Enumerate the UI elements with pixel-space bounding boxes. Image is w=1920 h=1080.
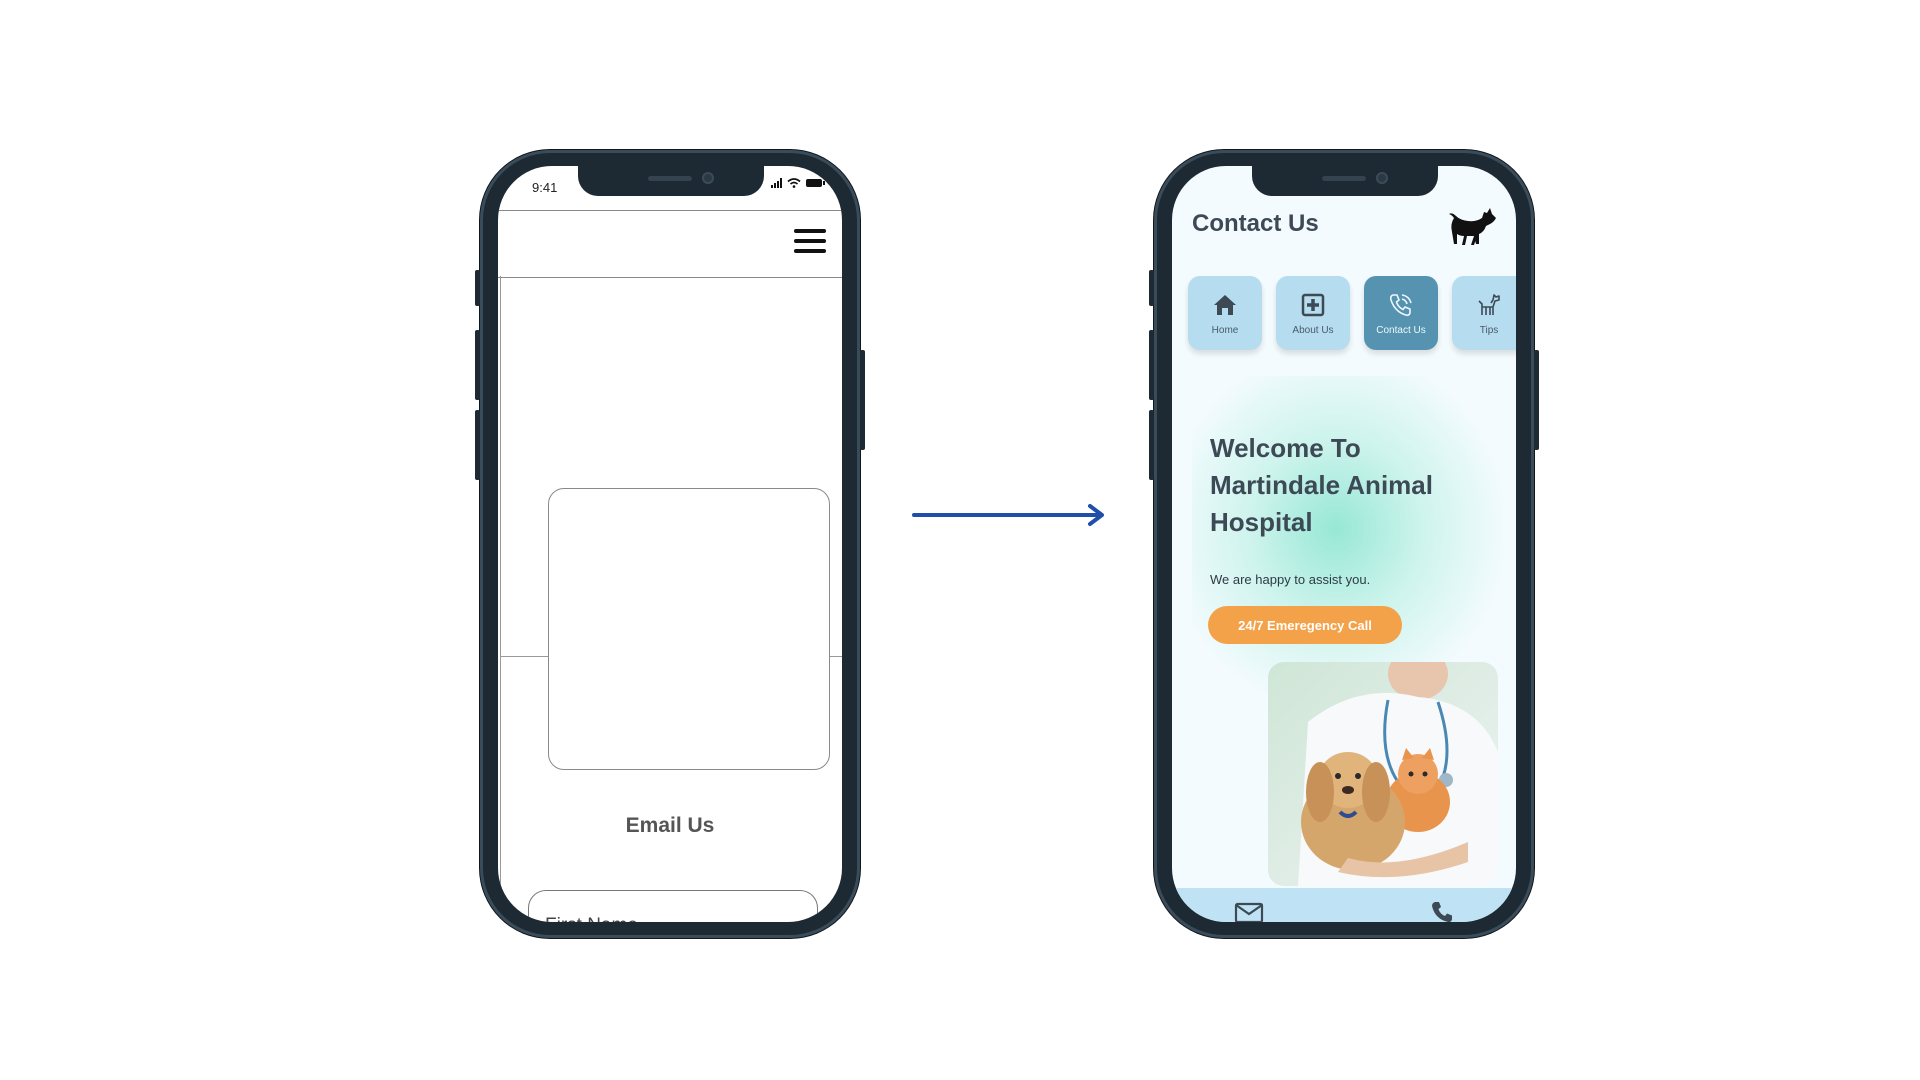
phone-mute-switch bbox=[1149, 270, 1154, 306]
nav-label: About Us bbox=[1292, 324, 1334, 336]
phone-notch bbox=[578, 166, 764, 196]
top-nav: Home About Us Contact Us Tips bbox=[1188, 276, 1516, 350]
phone-power-button bbox=[860, 350, 865, 450]
nav-about-button[interactable]: About Us bbox=[1276, 276, 1350, 350]
page-title: Contact Us bbox=[1192, 210, 1319, 237]
phone-call-icon bbox=[1389, 293, 1412, 316]
mail-icon[interactable] bbox=[1234, 902, 1264, 922]
phone-volume-down bbox=[1149, 410, 1154, 480]
phone-volume-up bbox=[1149, 330, 1154, 400]
wifi-icon bbox=[787, 178, 801, 188]
hamburger-menu-icon[interactable] bbox=[794, 229, 826, 255]
vet-with-pets-photo bbox=[1268, 662, 1498, 886]
nav-label: Tips bbox=[1479, 324, 1499, 336]
wireframe-phone: 9:41 Email Us First Name bbox=[475, 150, 865, 938]
notch-speaker bbox=[648, 176, 692, 181]
status-icons bbox=[771, 178, 825, 188]
design-phone: Contact Us Home About Us Contact Us Tips bbox=[1149, 150, 1539, 938]
wireframe-header bbox=[498, 210, 842, 278]
wireframe-divider bbox=[500, 656, 548, 657]
phone-power-button bbox=[1534, 350, 1539, 450]
phone-icon[interactable] bbox=[1430, 900, 1454, 922]
image-placeholder bbox=[548, 488, 830, 770]
dog-logo-icon bbox=[1449, 208, 1496, 245]
nav-contact-button[interactable]: Contact Us bbox=[1364, 276, 1438, 350]
status-time: 9:41 bbox=[532, 180, 558, 195]
bottom-bar bbox=[1172, 888, 1516, 922]
email-us-heading: Email Us bbox=[625, 814, 715, 837]
nav-tips-button[interactable]: Tips bbox=[1452, 276, 1516, 350]
design-screen: Contact Us Home About Us Contact Us Tips bbox=[1172, 166, 1516, 922]
phone-notch bbox=[1252, 166, 1438, 196]
nav-label: Home bbox=[1211, 324, 1239, 336]
battery-icon bbox=[806, 179, 825, 187]
dog-icon bbox=[1478, 293, 1500, 315]
nav-home-button[interactable]: Home bbox=[1188, 276, 1262, 350]
wireframe-screen: 9:41 Email Us First Name bbox=[498, 166, 842, 922]
emergency-call-button[interactable]: 24/7 Emeregency Call bbox=[1208, 606, 1402, 644]
notch-camera bbox=[1376, 172, 1388, 184]
medical-plus-icon bbox=[1301, 293, 1325, 316]
transition-arrow-icon bbox=[912, 504, 1104, 526]
phone-volume-up bbox=[475, 330, 480, 400]
vet-photo-illustration bbox=[1268, 662, 1498, 886]
notch-speaker bbox=[1322, 176, 1366, 181]
signal-icon bbox=[771, 178, 782, 188]
wireframe-divider bbox=[830, 656, 842, 657]
home-icon bbox=[1214, 294, 1236, 315]
first-name-field[interactable]: First Name bbox=[528, 890, 818, 922]
hero-title: Welcome To Martindale Animal Hospital bbox=[1210, 433, 1433, 537]
phone-volume-down bbox=[475, 410, 480, 480]
phone-mute-switch bbox=[475, 270, 480, 306]
hero-subtitle: We are happy to assist you. bbox=[1210, 572, 1371, 587]
nav-label: Contact Us bbox=[1376, 324, 1426, 336]
notch-camera bbox=[702, 172, 714, 184]
